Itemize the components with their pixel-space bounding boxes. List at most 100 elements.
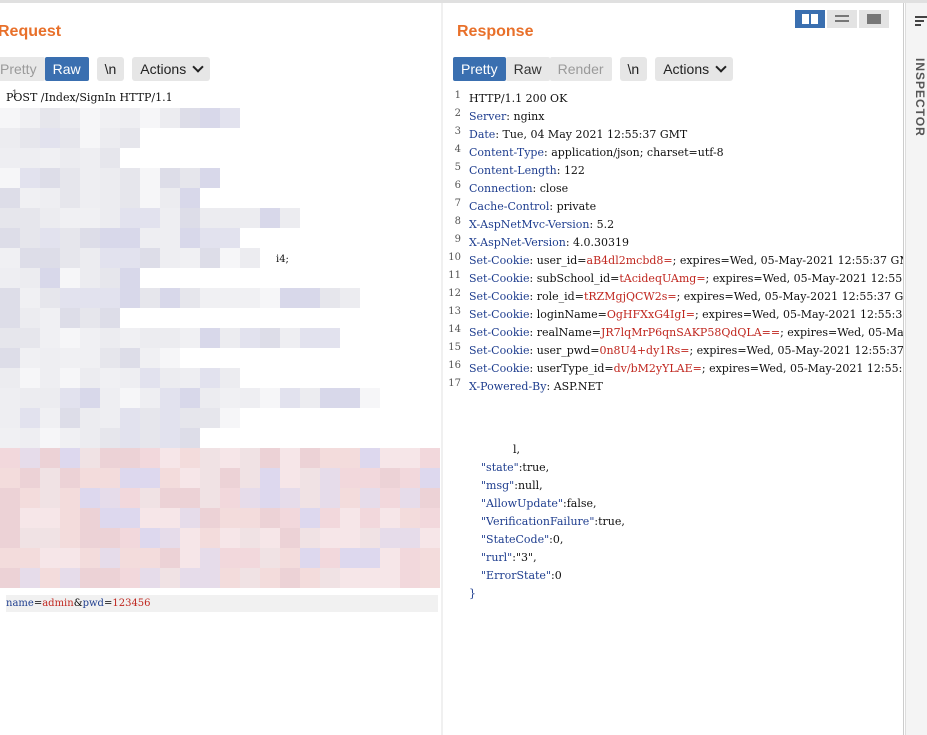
redaction-tile: [80, 168, 100, 188]
redaction-tile: [20, 208, 40, 228]
redaction-tile: [240, 488, 260, 508]
view-list-icon[interactable]: [827, 10, 857, 28]
line-number: 12: [448, 288, 461, 299]
redaction-tile: [40, 108, 60, 128]
redaction-tile: [100, 268, 120, 288]
response-editor[interactable]: 1 HTTP/1.1 200 OK 2 Server: nginx 3 Date: Tue…: [443, 90, 903, 610]
tab-render[interactable]: Render: [549, 57, 612, 81]
redaction-tile: [280, 568, 300, 588]
actions-button[interactable]: Actions: [132, 57, 211, 81]
redaction-tile: [60, 268, 80, 288]
redaction-tile: [60, 428, 80, 448]
redaction-tile: [60, 368, 80, 388]
redaction-tile: [220, 208, 240, 228]
actions-label: Actions: [140, 61, 187, 77]
redaction-tile: [80, 188, 100, 208]
redaction-tile: [0, 288, 20, 308]
redaction-tile: [120, 328, 140, 348]
hamburger-icon[interactable]: [915, 16, 927, 28]
actions-button[interactable]: Actions: [655, 57, 734, 81]
redaction-tile: [100, 368, 120, 388]
redaction-tile: [200, 288, 220, 308]
request-body[interactable]: name=admin&pwd=123456: [6, 595, 438, 612]
newline-toggle-button[interactable]: \n: [619, 57, 648, 81]
view-single-icon[interactable]: [859, 10, 889, 28]
redaction-tile: [280, 468, 300, 488]
line-number: 10: [448, 252, 461, 263]
redaction-tile: [80, 308, 100, 328]
redaction-tile: [220, 508, 240, 528]
response-header-line: Set-Cookie: userType_id=dv/bM2yYLAE=; ex…: [469, 362, 903, 375]
redaction-tile: [160, 328, 180, 348]
tab-raw[interactable]: Raw: [505, 57, 550, 81]
redaction-tile: [120, 408, 140, 428]
redaction-tile: [60, 468, 80, 488]
redaction-tile: [80, 348, 100, 368]
tab-raw[interactable]: Raw: [44, 57, 89, 81]
redaction-tile: [240, 448, 260, 468]
redaction-tile: [20, 268, 40, 288]
redaction-tile: [140, 428, 160, 448]
response-header-line: Connection: close: [469, 182, 569, 195]
redaction-tile: [60, 168, 80, 188]
line-number: 15: [448, 342, 461, 353]
redaction-tile: [80, 148, 100, 168]
redaction-tile: [100, 168, 120, 188]
redaction-tile: [40, 288, 60, 308]
redaction-tile: [380, 488, 400, 508]
redaction-tile: [300, 328, 320, 348]
redaction-tile: [40, 528, 60, 548]
redaction-tile: [200, 168, 220, 188]
redaction-tile: [180, 428, 200, 448]
inspector-label[interactable]: INSPECTOR: [913, 58, 927, 137]
redaction-tile: [40, 568, 60, 588]
redaction-tile: [40, 468, 60, 488]
redaction-tile: [100, 508, 120, 528]
redaction-tile: [80, 388, 100, 408]
redaction-tile: [180, 188, 200, 208]
redaction-tile: [220, 328, 240, 348]
redaction-tile: [100, 388, 120, 408]
response-header-line: HTTP/1.1 200 OK: [469, 92, 568, 105]
redaction-tile: [60, 528, 80, 548]
line-number: 11: [448, 270, 461, 281]
redaction-tile: [20, 228, 40, 248]
redaction-tile: [200, 448, 220, 468]
redaction-tile: [160, 368, 180, 388]
redaction-tile: [320, 468, 340, 488]
redaction-tile: [100, 308, 120, 328]
redaction-tile: [180, 328, 200, 348]
view-split-icon[interactable]: [795, 10, 825, 28]
json-line: "VerificationFailure":true,: [481, 515, 625, 528]
redaction-tile: [0, 248, 20, 268]
redaction-tile: [60, 288, 80, 308]
redaction-tile: [400, 548, 420, 568]
redaction-tile: [40, 268, 60, 288]
redaction-tile: [420, 568, 440, 588]
redaction-tile: [80, 548, 100, 568]
redaction-tile: [60, 348, 80, 368]
redaction-tile: [140, 388, 160, 408]
redaction-tile: [40, 328, 60, 348]
redaction-tile: [160, 228, 180, 248]
redaction-tile: [160, 108, 180, 128]
json-line: "state":true,: [481, 461, 550, 474]
redaction-tile: [280, 448, 300, 468]
redaction-tile: [160, 428, 180, 448]
redaction-tile: [220, 248, 240, 268]
redaction-tile: [140, 528, 160, 548]
json-line: "StateCode":0,: [481, 533, 564, 546]
redaction-tile: [280, 208, 300, 228]
newline-toggle-button[interactable]: \n: [96, 57, 125, 81]
response-header-line: Set-Cookie: realName=JR7lqMrP6qnSAKP58Qd…: [469, 326, 903, 339]
redaction-tile: [0, 368, 20, 388]
redaction-tile: [420, 548, 440, 568]
line-number: 2: [454, 108, 461, 119]
redaction-tile: [320, 488, 340, 508]
tab-pretty[interactable]: Pretty: [0, 57, 45, 81]
line-number: 16: [448, 360, 461, 371]
redaction-tile: [360, 448, 380, 468]
redaction-tile: [80, 268, 100, 288]
redaction-tile: [140, 188, 160, 208]
tab-pretty[interactable]: Pretty: [453, 57, 506, 81]
